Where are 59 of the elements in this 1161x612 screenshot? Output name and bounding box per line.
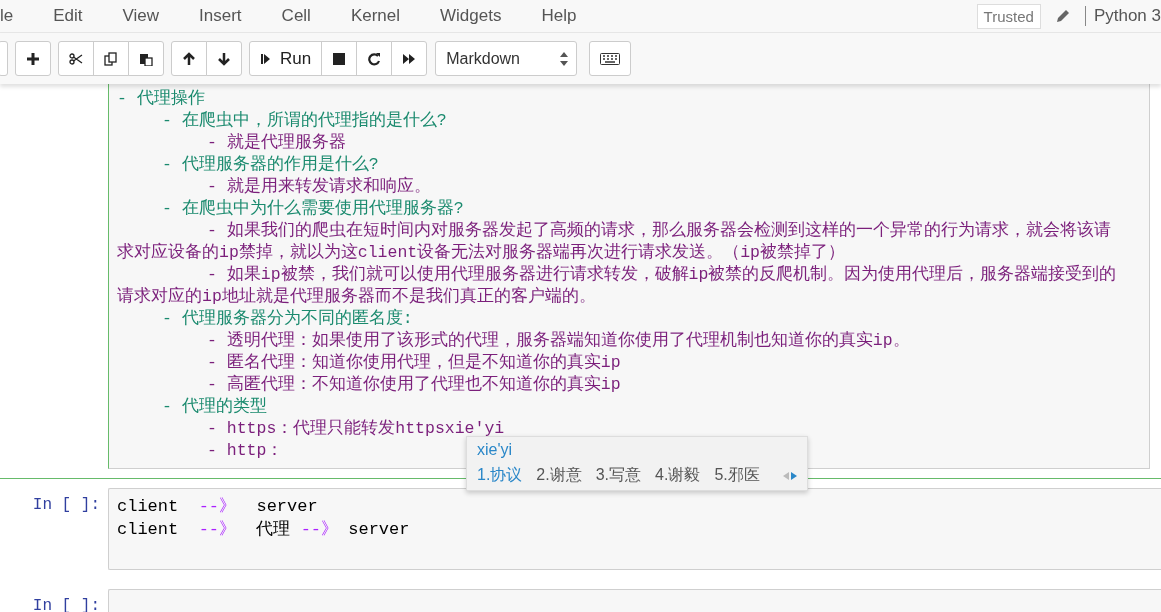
toolbar-button[interactable] [128, 41, 164, 76]
toolbar-button[interactable] [15, 41, 51, 76]
markdown-line: - https：代理只能转发httpsxie'yi [206, 418, 505, 440]
markdown-line: - 高匿代理：不知道你使用了代理也不知道你的真实ip [206, 374, 621, 396]
toolbar-button[interactable] [171, 41, 207, 76]
down-arrow-icon [217, 51, 231, 66]
markdown-line: - http： [206, 440, 284, 462]
toolbar-button[interactable] [321, 41, 358, 76]
menu-item[interactable]: le [0, 6, 14, 26]
markdown-line: - 代理服务器的作用是什么? [161, 154, 379, 176]
updown-caret-icon [560, 51, 569, 66]
markdown-line: - 在爬虫中，所谓的代理指的是什么? [161, 110, 447, 132]
right-arrow-icon[interactable] [791, 471, 797, 480]
menu-item[interactable]: Cell [281, 6, 311, 26]
plus-icon [26, 51, 40, 66]
restart-icon [367, 51, 382, 66]
ime-candidate[interactable]: 1.协议 [477, 465, 523, 486]
markdown-line: - 在爬虫中为什么需要使用代理服务器? [161, 198, 464, 220]
code-line: client --》 代理 --》 server [117, 519, 411, 541]
ime-candidate[interactable]: 3.写意 [595, 465, 642, 486]
code-line: client --》 server [117, 496, 319, 518]
menu-item[interactable]: Widgets [440, 6, 502, 26]
markdown-line: - 代理操作 [117, 88, 205, 110]
toolbar-button[interactable] [391, 41, 428, 76]
square-icon [332, 51, 347, 66]
markdown-line: - 就是用来转发请求和响应。 [206, 176, 431, 198]
markdown-line: - 代理的类型 [161, 396, 267, 418]
trusted-indicator[interactable]: Trusted [976, 3, 1041, 29]
kernel-name: Python 3 [1084, 6, 1161, 26]
markdown-line: - 匿名代理：知道你使用代理，但是不知道你的真实ip [206, 352, 621, 374]
ime-candidate[interactable]: 4.谢毅 [655, 465, 701, 486]
ime-input-text: xie'yi [477, 441, 514, 460]
menu-item[interactable]: View [122, 6, 160, 26]
run-button[interactable]: Run [249, 41, 323, 76]
paste-icon [139, 51, 153, 66]
toolbar-button[interactable] [58, 41, 94, 76]
markdown-line: - 就是代理服务器 [206, 132, 346, 154]
cell-type-select[interactable]: Markdown [435, 41, 578, 76]
menu-item[interactable]: Edit [53, 6, 83, 26]
markdown-line: - 透明代理：如果使用了该形式的代理，服务器端知道你使用了代理机制也知道你的真实ip。 [206, 330, 910, 352]
markdown-line: - 如果我们的爬虫在短时间内对服务器发起了高频的请求，那么服务器会检测到这样的一个异常的行为请求，就会将该请求对应设备的ip禁掉，就以为这client设备无法对服务器端再次进行请求发送。（ip被禁掉了） [117, 220, 1112, 264]
code-editor[interactable]: client --》 server client --》 代理 --》 server [108, 488, 1161, 570]
menu-item[interactable]: Insert [199, 6, 242, 26]
markdown-line: - 代理服务器分为不同的匿名度: [161, 308, 413, 330]
pencil-icon[interactable] [1054, 8, 1071, 24]
ime-candidate[interactable]: 5.邪医 [714, 465, 760, 486]
up-arrow-icon [182, 51, 196, 66]
ime-candidate[interactable]: 2.谢意 [536, 465, 582, 486]
cell-prompt: In [ ]: [32, 496, 100, 514]
menu-item[interactable]: Help [541, 6, 577, 26]
toolbar-button[interactable] [356, 41, 393, 76]
copy-icon [104, 51, 118, 66]
fast-forward-icon [402, 51, 417, 66]
menu-item[interactable]: Kernel [350, 6, 401, 26]
toolbar-button[interactable] [206, 41, 242, 76]
keyboard-button[interactable] [589, 41, 632, 76]
keyboard-icon [600, 52, 621, 65]
scissors-icon [69, 51, 83, 66]
markdown-line: - 如果ip被禁，我们就可以使用代理服务器进行请求转发，破解ip被禁的反爬机制。因为使用代理后，服务器端接受到的请求对应的ip地址就是代理服务器而不是我们真正的客户端的。 [117, 264, 1118, 308]
